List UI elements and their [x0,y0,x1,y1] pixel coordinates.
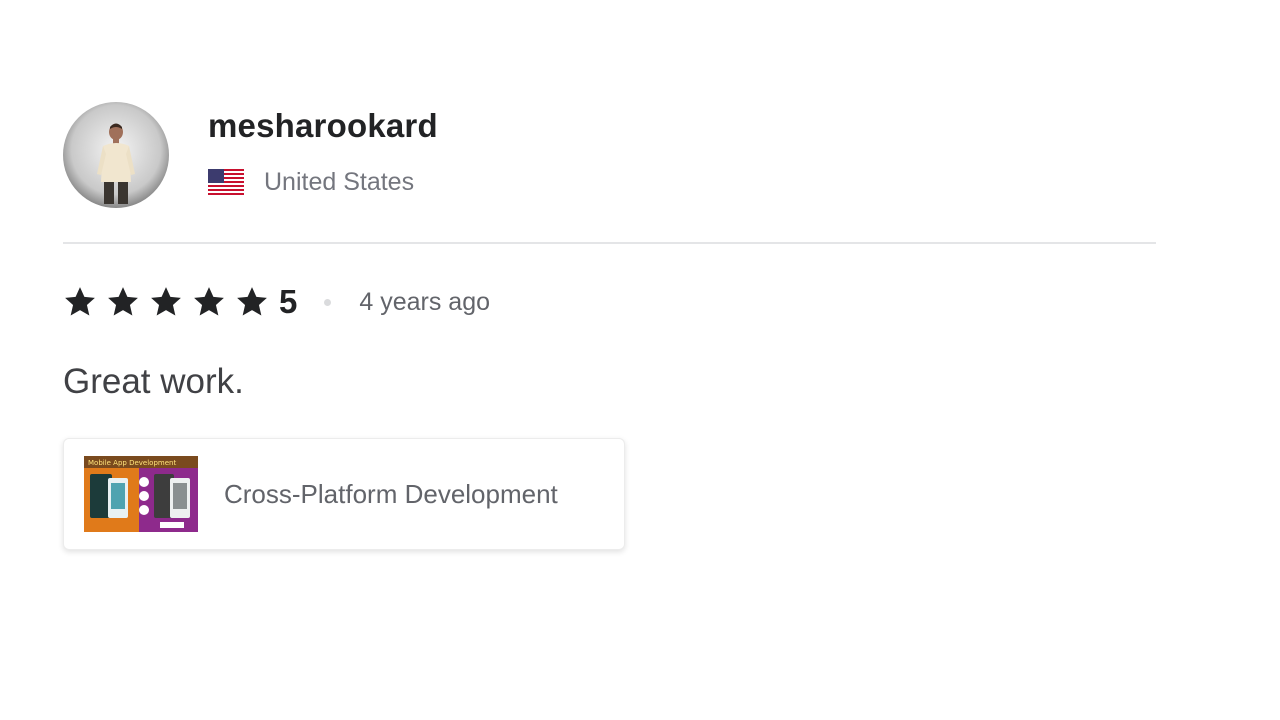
rating-row: 5 4 years ago [63,280,1156,324]
review-time: 4 years ago [359,288,490,316]
rating-score: 5 [279,283,298,320]
avatar[interactable] [63,102,169,208]
svg-text:Mobile App Development: Mobile App Development [88,459,176,467]
star-icon [151,287,181,316]
reviewer-header: mesharookard United States [63,102,1156,208]
us-flag-icon [208,169,244,195]
star-icon [108,287,138,316]
divider [63,242,1156,244]
star-icon [237,287,267,316]
reviewer-country-row: United States [208,167,438,197]
gig-title[interactable]: Cross-Platform Development [224,478,558,510]
reviewer-username[interactable]: mesharookard [208,106,438,146]
review-item: mesharookard United States 5 4 years ago… [63,102,1156,550]
reviewer-info: mesharookard United States [208,102,438,197]
review-comment: Great work. [63,362,244,401]
reviewer-country: United States [264,168,415,196]
star-icon [194,287,224,316]
gig-card[interactable]: Mobile App Development Cross-Platform De… [63,438,625,550]
star-icon [65,287,95,316]
separator-dot [324,298,332,306]
avatar-photo-icon [63,102,169,208]
star-rating [63,285,278,319]
gig-thumbnail-icon[interactable]: Mobile App Development [84,456,198,532]
